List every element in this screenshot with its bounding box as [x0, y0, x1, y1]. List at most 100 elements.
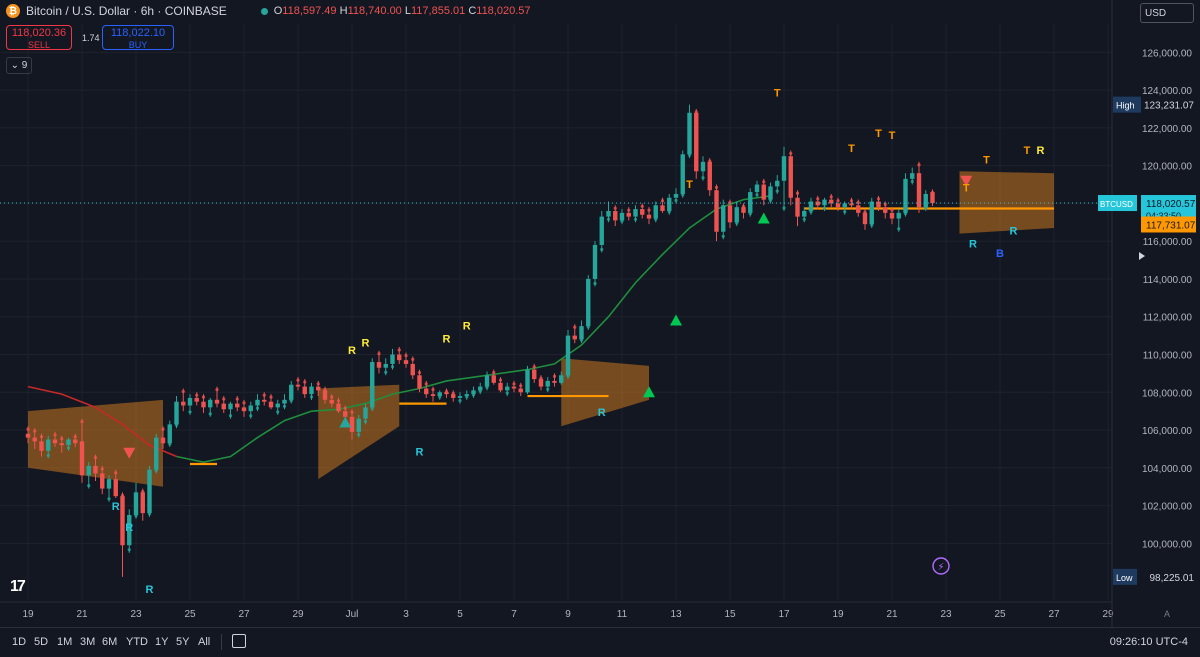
candle-body — [282, 399, 287, 404]
candle-body — [255, 399, 260, 406]
candle-body — [25, 433, 31, 438]
trailing-stop-dot — [93, 455, 98, 460]
y-tick-label: 110,000.00 — [1143, 350, 1193, 361]
candle-body — [403, 360, 409, 364]
trailing-stop-dot — [775, 189, 779, 193]
range-6m[interactable]: 6M — [102, 636, 117, 648]
candle-body — [46, 439, 51, 451]
trailing-stop-dot — [802, 217, 806, 221]
candle-body — [761, 184, 766, 200]
trailing-stop-dot — [53, 433, 57, 437]
high-label: High — [1116, 101, 1135, 111]
trailing-stop-dot — [323, 387, 327, 392]
calendar-icon[interactable] — [232, 634, 246, 648]
currency-select[interactable]: USD — [1140, 3, 1194, 23]
candle-body — [208, 399, 213, 408]
trailing-stop-dot — [336, 399, 341, 403]
trailing-stop-dot — [843, 210, 847, 214]
candle-body — [73, 439, 78, 444]
candle-body — [673, 193, 679, 198]
clock[interactable]: 09:26:10 UTC-4 — [1110, 636, 1188, 648]
trailing-stop-dot — [26, 427, 30, 431]
candle-body — [39, 441, 44, 451]
candle-body — [194, 397, 199, 402]
y-tick-label: 104,000.00 — [1142, 464, 1192, 475]
candle-body — [862, 212, 868, 225]
trailing-stop-dot — [249, 414, 253, 418]
buy-button[interactable]: 118,022.10 BUY — [102, 25, 174, 50]
range-1d[interactable]: 1D — [12, 636, 26, 648]
trailing-stop-dot — [363, 419, 368, 423]
candle-body — [646, 214, 652, 219]
candle-body — [336, 403, 341, 412]
signal-label: T — [963, 183, 970, 195]
range-5y[interactable]: 5Y — [176, 636, 189, 648]
candle-body — [768, 186, 773, 200]
high-value: 123,231.07 — [1144, 101, 1194, 112]
trailing-stop-dot — [748, 212, 752, 216]
range-5d[interactable]: 5D — [34, 636, 48, 648]
x-tick-label: 29 — [292, 609, 304, 620]
trailing-stop-dot — [903, 212, 908, 216]
trailing-stop-dot — [687, 153, 692, 157]
candle-body — [754, 184, 760, 193]
candle-body — [498, 382, 503, 391]
low-value: 98,225.01 — [1150, 573, 1195, 584]
trailing-stop-dot — [87, 483, 91, 488]
trailing-stop-dot — [559, 380, 563, 384]
candle-body — [93, 465, 98, 474]
candle-body — [32, 437, 37, 442]
trailing-stop-dot — [600, 247, 604, 252]
candle-body — [532, 369, 537, 380]
candle-body — [842, 203, 847, 208]
signal-label: R — [598, 407, 606, 419]
trailing-stop-dot — [39, 435, 44, 439]
candle-body — [606, 210, 611, 217]
range-1y[interactable]: 1Y — [155, 636, 168, 648]
candle-body — [356, 418, 361, 432]
candle-body — [457, 396, 463, 398]
trailing-stop-dot — [120, 493, 125, 497]
range-1m[interactable]: 1M — [57, 636, 72, 648]
x-tick-label: 27 — [238, 609, 250, 620]
trailing-stop-dot — [309, 395, 314, 399]
trailing-stop-dot — [708, 159, 712, 163]
candle-body — [565, 335, 571, 376]
bitcoin-icon: ₿ — [6, 4, 20, 18]
y-tick-label: 124,000.00 — [1142, 86, 1192, 97]
trailing-stop-dot — [762, 180, 766, 184]
candle-body — [140, 492, 145, 514]
symbol-header[interactable]: ₿ Bitcoin / U.S. Dollar · 6h · COINBASE … — [6, 4, 531, 18]
candle-body — [680, 154, 685, 194]
price-chart[interactable]: 100,000.00 102,000.00 104,000.00 106,000.00… — [0, 0, 1200, 627]
x-tick-label: 3 — [403, 609, 409, 620]
trailing-stop-dot — [161, 427, 165, 431]
candle-body — [822, 199, 827, 206]
candle-body — [302, 386, 307, 395]
buy-triangle-icon — [757, 212, 770, 224]
candle-body — [120, 496, 125, 546]
candle-body — [187, 397, 193, 406]
y-tick-label: 100,000.00 — [1142, 539, 1192, 550]
buy-label: BUY — [128, 40, 148, 50]
candle-body — [133, 492, 139, 516]
trailing-stop-dot — [357, 432, 361, 437]
trailing-stop-dot — [532, 365, 536, 369]
indicators-toggle[interactable]: ⌄ 9 — [6, 57, 32, 74]
candle-body — [329, 399, 334, 404]
ohlc-values: O118,597.49 H118,740.00 L117,855.01 C118… — [273, 5, 531, 17]
range-3m[interactable]: 3M — [80, 636, 95, 648]
trailing-stop-dot — [66, 446, 71, 450]
range-all[interactable]: All — [198, 636, 210, 648]
trailing-stop-dot — [424, 382, 428, 386]
symbol-title[interactable]: Bitcoin / U.S. Dollar · 6h · COINBASE — [26, 4, 227, 18]
candle-body — [856, 205, 861, 213]
candle-body — [613, 210, 618, 221]
sell-button[interactable]: 118,020.36 SELL — [6, 25, 72, 50]
trailing-stop-dot — [863, 210, 867, 214]
candle-body — [430, 394, 436, 397]
trailing-stop-dot — [613, 206, 617, 210]
trailing-stop-dot — [552, 374, 557, 378]
trailing-stop-dot — [262, 393, 266, 397]
range-ytd[interactable]: YTD — [126, 636, 148, 648]
